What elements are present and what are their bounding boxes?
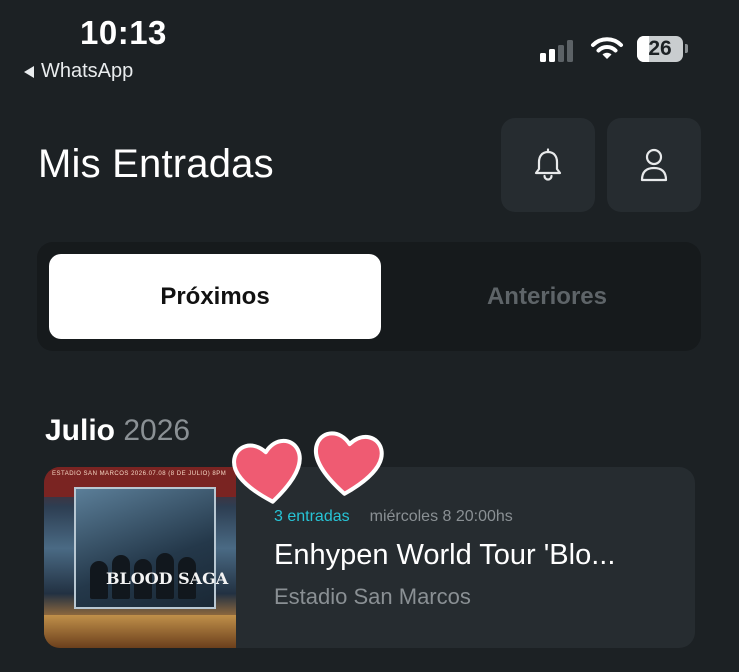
back-to-app-link[interactable]: WhatsApp: [24, 60, 133, 83]
cellular-signal-icon: [540, 38, 573, 62]
year-label: 2026: [123, 414, 191, 447]
battery-tip: [685, 44, 688, 53]
user-icon: [640, 148, 668, 182]
heart-stickers: [232, 431, 384, 504]
poster-frame: [74, 487, 216, 609]
tab-past[interactable]: Anteriores: [381, 254, 713, 339]
tab-switcher: Próximos Anteriores: [37, 242, 701, 351]
event-meta: 3 entradas miércoles 8 20:00hs: [274, 508, 513, 526]
bell-icon: [534, 148, 562, 181]
tab-upcoming[interactable]: Próximos: [49, 254, 381, 339]
back-app-label: WhatsApp: [41, 60, 134, 82]
event-poster-image: ESTADIO SAN MARCOS 2026.07.08 (8 DE JULI…: [44, 467, 236, 648]
profile-button[interactable]: [607, 118, 701, 212]
poster-title: BLOOD SAGA: [106, 569, 229, 588]
poster-bottom-band: [44, 615, 236, 648]
event-venue: Estadio San Marcos: [274, 584, 471, 609]
status-time: 10:13: [80, 14, 167, 51]
heart-sticker-left-icon: [232, 438, 302, 504]
page-title: Mis Entradas: [38, 142, 274, 186]
battery-level: 26: [648, 37, 672, 60]
month-heading: Julio 2026: [45, 414, 190, 448]
poster-top-text: ESTADIO SAN MARCOS 2026.07.08 (8 DE JULI…: [52, 471, 227, 477]
ticket-count: 3 entradas: [274, 508, 350, 525]
event-datetime: miércoles 8 20:00hs: [369, 508, 513, 525]
event-title: Enhypen World Tour 'Blo...: [274, 539, 616, 571]
heart-sticker-right-icon: [313, 431, 384, 496]
month-label: Julio: [45, 414, 116, 447]
battery-icon: 26: [637, 36, 683, 62]
notifications-button[interactable]: [501, 118, 595, 212]
wifi-icon: [591, 37, 623, 59]
back-arrow-icon: [24, 65, 34, 78]
